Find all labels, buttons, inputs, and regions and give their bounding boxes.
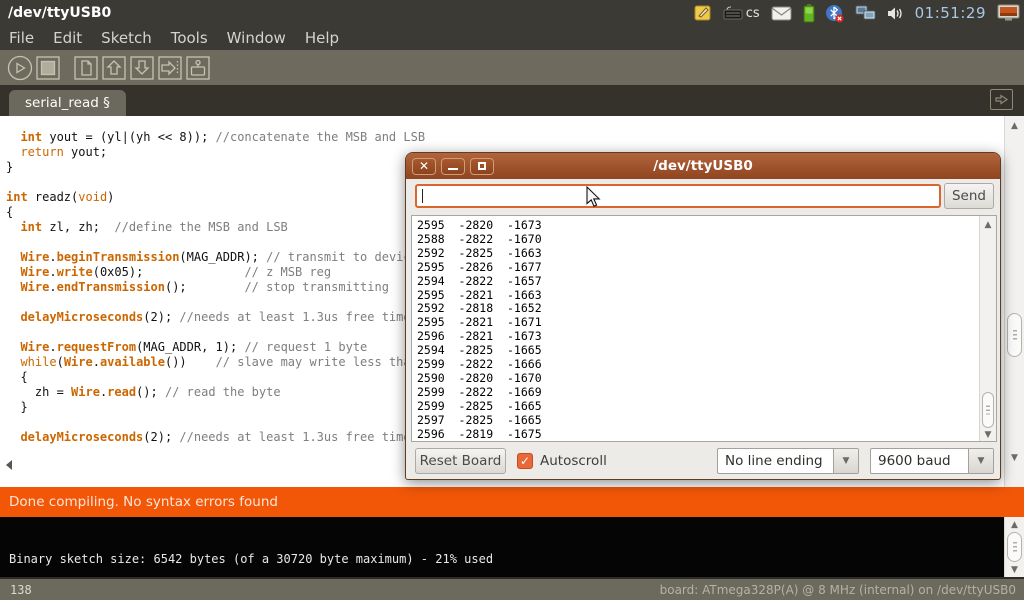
chevron-down-icon[interactable]: ▼	[968, 449, 993, 473]
serial-line: 2599 -2822 -1669	[417, 386, 996, 400]
menu-help[interactable]: Help	[305, 29, 339, 47]
tab-serial-read[interactable]: serial_read §	[9, 90, 126, 116]
battery-icon[interactable]	[803, 4, 815, 23]
volume-icon[interactable]	[887, 6, 904, 21]
serial-line: 2595 -2826 -1677	[417, 261, 996, 275]
menu-window[interactable]: Window	[227, 29, 286, 47]
serial-line: 2595 -2820 -1673	[417, 219, 996, 233]
close-icon[interactable]: ✕	[412, 158, 436, 175]
line-ending-select[interactable]: No line ending ▼	[717, 448, 859, 474]
line-ending-value: No line ending	[718, 453, 833, 469]
serial-monitor-button[interactable]	[184, 54, 211, 81]
scroll-down-icon[interactable]: ▼	[1005, 565, 1024, 575]
toolbar	[0, 50, 1024, 85]
menu-tools[interactable]: Tools	[171, 29, 208, 47]
menu-edit[interactable]: Edit	[53, 29, 82, 47]
note-icon[interactable]	[694, 4, 712, 22]
menu-file[interactable]: File	[9, 29, 34, 47]
console-scrollbar-thumb[interactable]	[1007, 532, 1022, 562]
board-info: board: ATmega328P(A) @ 8 MHz (internal) …	[660, 583, 1024, 597]
open-sketch-button[interactable]	[100, 54, 127, 81]
serial-monitor-titlebar[interactable]: ✕ /dev/ttyUSB0	[406, 153, 1000, 179]
serial-output-scrollbar[interactable]: ▲ ▼	[979, 216, 996, 441]
tab-bar: serial_read §	[0, 85, 1024, 116]
editor-scrollbar[interactable]: ▲ ▼	[1004, 116, 1024, 487]
text-caret	[422, 189, 423, 203]
serial-scrollbar-thumb[interactable]	[982, 392, 994, 428]
serial-line: 2599 -2822 -1666	[417, 358, 996, 372]
reset-board-button[interactable]: Reset Board	[415, 448, 506, 474]
serial-monitor-window: ✕ /dev/ttyUSB0 Send 2595 -2820 -16732588…	[405, 152, 1001, 480]
serial-lines: 2595 -2820 -16732588 -2822 -16702592 -28…	[412, 216, 996, 442]
upload-button[interactable]	[156, 54, 183, 81]
baud-rate-value: 9600 baud	[871, 453, 968, 469]
clock[interactable]: 01:51:29	[915, 4, 986, 22]
serial-line: 2592 -2818 -1652	[417, 302, 996, 316]
compile-status-bar: Done compiling. No syntax errors found	[0, 487, 1024, 517]
code-line: int yout = (yl|(yh << 8)); //concatenate…	[6, 130, 1024, 145]
serial-line: 2595 -2821 -1663	[417, 289, 996, 303]
display-icon[interactable]	[997, 4, 1020, 22]
bluetooth-icon[interactable]	[826, 4, 844, 23]
menu-sketch[interactable]: Sketch	[101, 29, 152, 47]
build-console-text: Binary sketch size: 6542 bytes (of a 307…	[9, 552, 493, 566]
mouse-cursor	[586, 186, 602, 208]
menu-bar: File Edit Sketch Tools Window Help	[0, 26, 1024, 50]
keyboard-icon[interactable]: cs	[723, 6, 760, 21]
scroll-down-icon[interactable]: ▼	[1005, 453, 1024, 463]
serial-monitor-title: /dev/ttyUSB0	[406, 158, 1000, 174]
hscroll-left-arrow-icon[interactable]	[6, 460, 12, 470]
compile-status-text: Done compiling. No syntax errors found	[0, 494, 278, 510]
scroll-up-icon[interactable]: ▲	[980, 220, 996, 230]
serial-line: 2597 -2825 -1665	[417, 414, 996, 428]
scroll-up-icon[interactable]: ▲	[1005, 121, 1024, 131]
serial-line: 2588 -2822 -1670	[417, 233, 996, 247]
send-button[interactable]: Send	[944, 183, 994, 209]
scroll-up-icon[interactable]: ▲	[1005, 520, 1024, 530]
serial-line: 2592 -2825 -1663	[417, 247, 996, 261]
editor-scrollbar-thumb[interactable]	[1007, 313, 1022, 357]
minimize-icon[interactable]	[441, 158, 465, 175]
status-strip: 138 board: ATmega328P(A) @ 8 MHz (intern…	[0, 577, 1024, 600]
top-panel: /dev/ttyUSB0 cs 01:51:29	[0, 0, 1024, 26]
stop-button[interactable]	[34, 54, 61, 81]
scroll-down-icon[interactable]: ▼	[980, 430, 996, 440]
serial-line: 2596 -2821 -1673	[417, 330, 996, 344]
serial-output-area[interactable]: 2595 -2820 -16732588 -2822 -16702592 -28…	[411, 215, 997, 442]
window-title: /dev/ttyUSB0	[0, 5, 111, 21]
serial-monitor-controls: Reset Board ✓ Autoscroll No line ending …	[406, 445, 1000, 480]
network-icon[interactable]	[855, 5, 876, 22]
chevron-down-icon[interactable]: ▼	[833, 449, 858, 473]
mail-icon[interactable]	[771, 6, 792, 21]
serial-line: 2596 -2819 -1675	[417, 428, 996, 442]
console-scrollbar[interactable]: ▲ ▼	[1004, 517, 1024, 577]
serial-line: 2599 -2825 -1665	[417, 400, 996, 414]
system-tray: cs 01:51:29	[694, 4, 1024, 23]
build-console[interactable]: Binary sketch size: 6542 bytes (of a 307…	[0, 517, 1024, 577]
autoscroll-checkbox[interactable]: ✓	[517, 453, 533, 469]
serial-line: 2590 -2820 -1670	[417, 372, 996, 386]
serial-line: 2594 -2825 -1665	[417, 344, 996, 358]
serial-line: 2594 -2822 -1657	[417, 275, 996, 289]
serial-line: 2595 -2821 -1671	[417, 316, 996, 330]
save-sketch-button[interactable]	[128, 54, 155, 81]
verify-button[interactable]	[6, 54, 33, 81]
new-sketch-button[interactable]	[72, 54, 99, 81]
maximize-icon[interactable]	[470, 158, 494, 175]
keyboard-layout-label: cs	[746, 6, 760, 21]
serial-input[interactable]	[415, 184, 941, 208]
autoscroll-label: Autoscroll	[540, 453, 607, 469]
baud-rate-select[interactable]: 9600 baud ▼	[870, 448, 994, 474]
caret-line-number: 138	[0, 583, 32, 597]
tab-menu-button[interactable]	[990, 89, 1013, 110]
